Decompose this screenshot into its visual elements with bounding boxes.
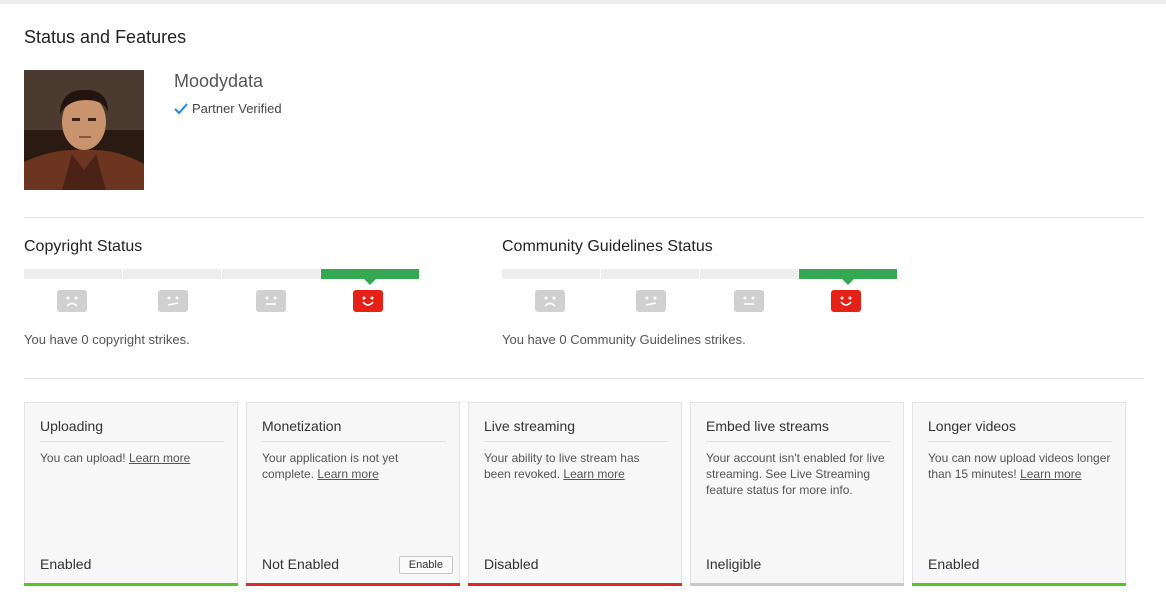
avatar[interactable] bbox=[24, 70, 144, 190]
strike-segment bbox=[601, 269, 699, 279]
divider bbox=[24, 378, 1144, 379]
happy-face-icon bbox=[353, 290, 383, 312]
sad-face-icon bbox=[535, 290, 565, 312]
feature-status: Enabled bbox=[928, 556, 980, 572]
partner-verified-badge: Partner Verified bbox=[174, 101, 282, 116]
top-bar bbox=[0, 0, 1166, 4]
strike-segment-active bbox=[799, 269, 897, 279]
feature-card-uploading: Uploading You can upload! Learn more Ena… bbox=[24, 402, 238, 586]
feature-status: Ineligible bbox=[706, 556, 762, 572]
feature-card-title: Live streaming bbox=[484, 418, 668, 442]
enable-monetization-button[interactable]: Enable bbox=[398, 556, 453, 574]
feature-card-longer-videos: Longer videos You can now upload videos … bbox=[912, 402, 1126, 586]
copyright-strike-bar bbox=[24, 269, 424, 285]
neutral-face-icon bbox=[734, 290, 764, 312]
feature-card-title: Embed live streams bbox=[706, 418, 890, 442]
divider bbox=[24, 217, 1144, 218]
happy-face-icon bbox=[831, 290, 861, 312]
avatar-portrait-icon bbox=[24, 70, 144, 190]
feature-card-live-streaming: Live streaming Your ability to live stre… bbox=[468, 402, 682, 586]
feature-status-line bbox=[246, 583, 460, 586]
strike-segment-active bbox=[321, 269, 419, 279]
feature-card-title: Monetization bbox=[262, 418, 446, 442]
strike-pointer-icon bbox=[364, 279, 376, 285]
feature-status: Disabled bbox=[484, 556, 539, 572]
neutral-face-icon bbox=[158, 290, 188, 312]
community-strike-bar bbox=[502, 269, 902, 285]
community-faces bbox=[502, 290, 902, 316]
feature-card-monetization: Monetization Your application is not yet… bbox=[246, 402, 460, 586]
strike-segment bbox=[24, 269, 122, 279]
strike-segment bbox=[700, 269, 798, 279]
partner-verified-label: Partner Verified bbox=[192, 101, 282, 116]
learn-more-link[interactable]: Learn more bbox=[317, 467, 378, 481]
feature-card-description: You can upload! Learn more bbox=[40, 450, 224, 466]
community-status-title: Community Guidelines Status bbox=[502, 238, 713, 255]
sad-face-icon bbox=[57, 290, 87, 312]
strike-segment bbox=[123, 269, 221, 279]
copyright-strikes-text: You have 0 copyright strikes. bbox=[24, 332, 190, 347]
feature-card-title: Uploading bbox=[40, 418, 224, 442]
strike-pointer-icon bbox=[842, 279, 854, 285]
feature-status-line bbox=[912, 583, 1126, 586]
check-icon bbox=[174, 102, 188, 115]
feature-card-description: You can now upload videos longer than 15… bbox=[928, 450, 1112, 482]
copyright-status: Copyright Status You have 0 copyright st… bbox=[24, 238, 424, 347]
learn-more-link[interactable]: Learn more bbox=[1020, 467, 1081, 481]
feature-card-description: Your application is not yet complete. Le… bbox=[262, 450, 446, 482]
learn-more-link[interactable]: Learn more bbox=[129, 451, 190, 465]
feature-card-description: Your account isn't enabled for live stre… bbox=[706, 451, 885, 497]
feature-status: Not Enabled bbox=[262, 556, 340, 572]
feature-status: Enabled bbox=[40, 556, 92, 572]
feature-desc-text: You can upload! bbox=[40, 451, 126, 465]
feature-status-line bbox=[690, 583, 904, 586]
page-title: Status and Features bbox=[24, 27, 187, 47]
feature-card-embed-live-streams: Embed live streams Your account isn't en… bbox=[690, 402, 904, 586]
feature-card-title: Longer videos bbox=[928, 418, 1112, 442]
feature-status-line bbox=[468, 583, 682, 586]
channel-name: Moodydata bbox=[174, 71, 264, 91]
copyright-faces bbox=[24, 290, 424, 316]
neutral-face-icon bbox=[256, 290, 286, 312]
feature-status-line bbox=[24, 583, 238, 586]
strike-segment bbox=[502, 269, 600, 279]
community-guidelines-status: Community Guidelines Status You have 0 C… bbox=[502, 238, 902, 347]
community-strikes-text: You have 0 Community Guidelines strikes. bbox=[502, 332, 746, 347]
feature-card-description: Your ability to live stream has been rev… bbox=[484, 450, 668, 482]
strike-segment bbox=[222, 269, 320, 279]
learn-more-link[interactable]: Learn more bbox=[563, 467, 624, 481]
neutral-face-icon bbox=[636, 290, 666, 312]
copyright-status-title: Copyright Status bbox=[24, 238, 143, 255]
